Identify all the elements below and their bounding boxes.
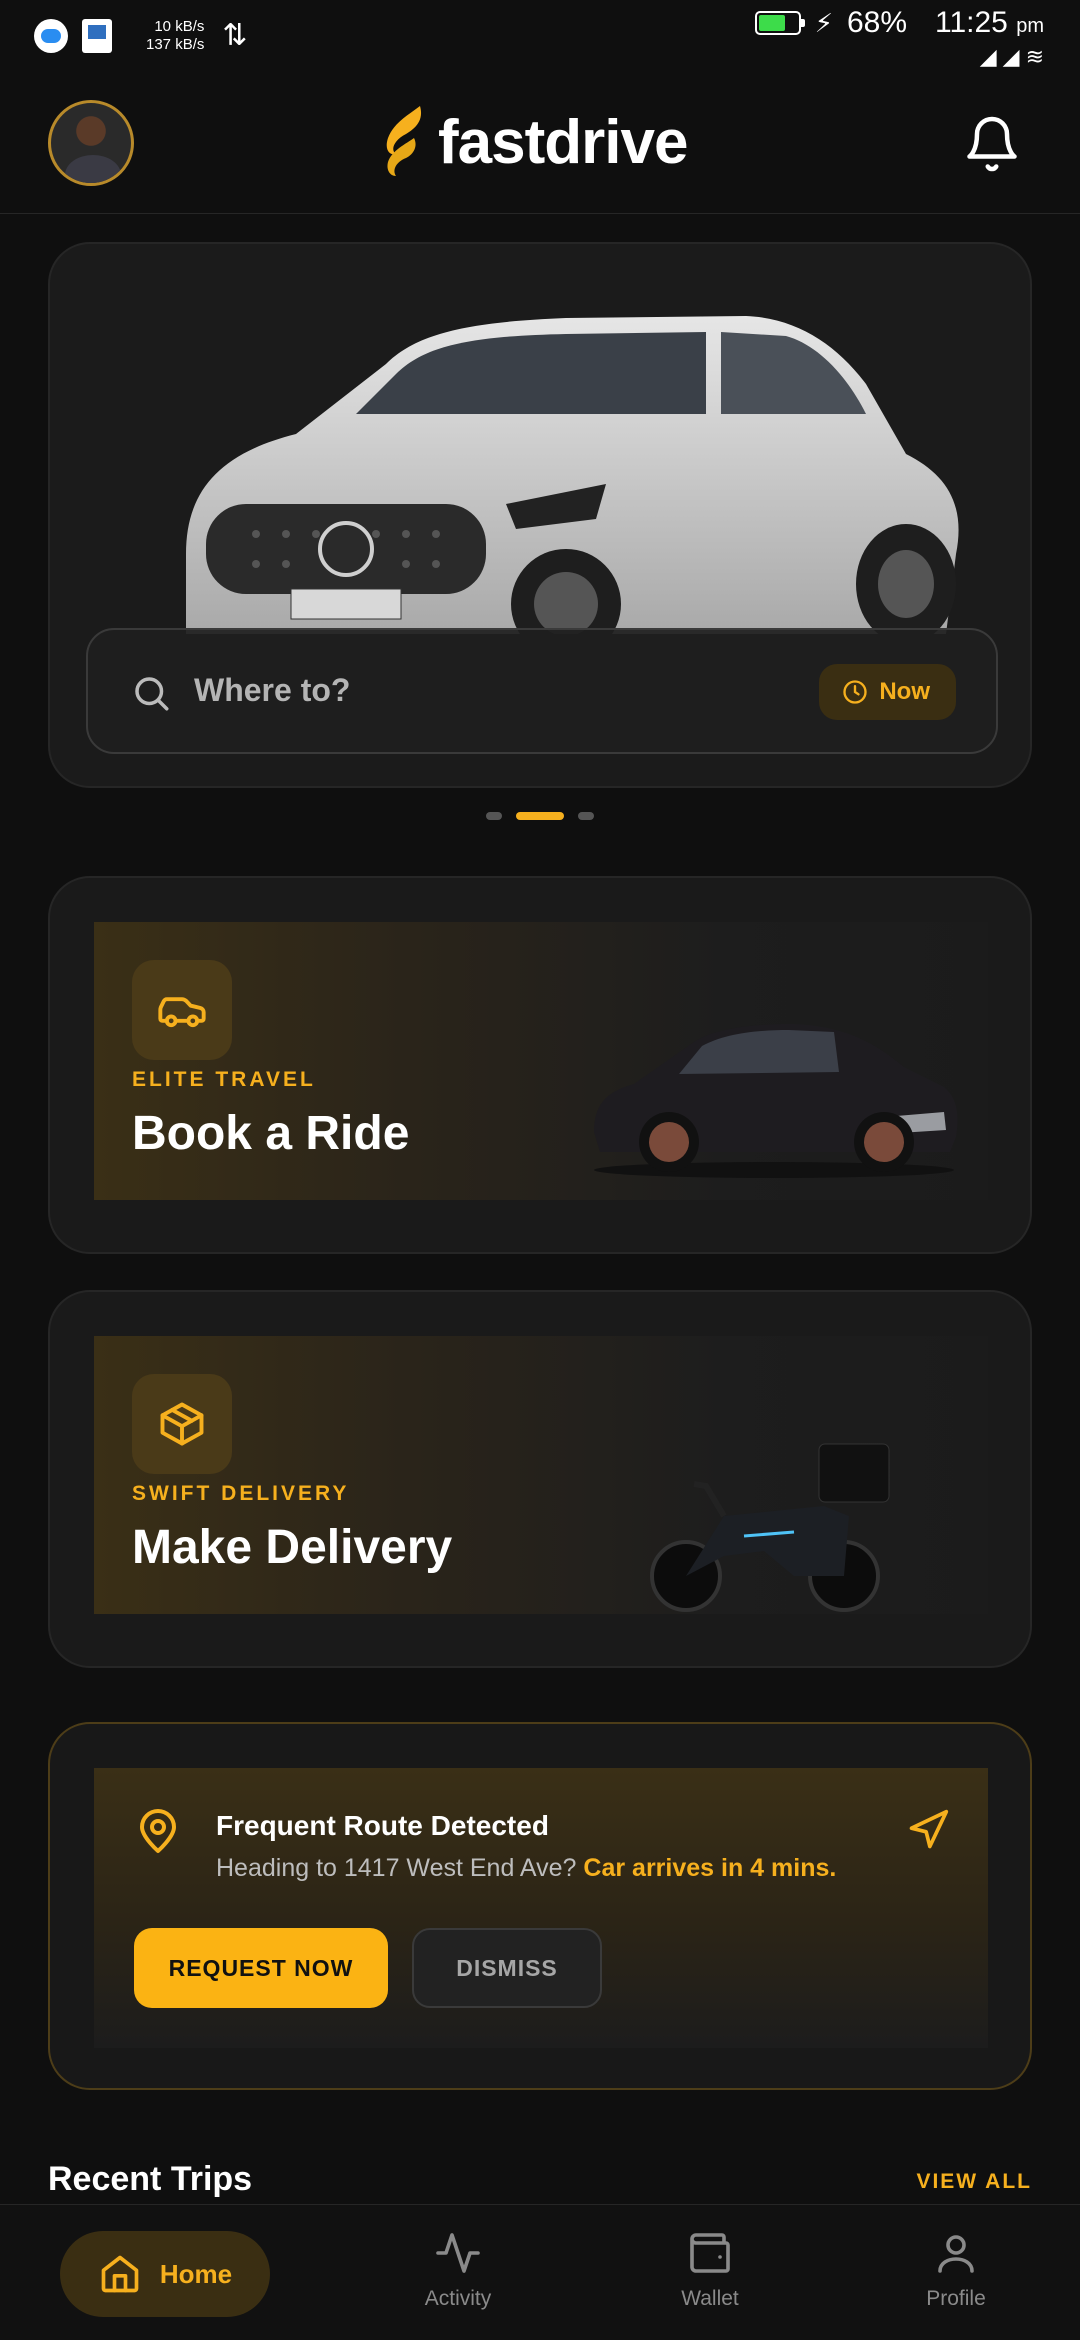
search-bar[interactable]: Where to? Now [86, 628, 998, 754]
hero-car-image [186, 316, 959, 634]
charging-plug-icon: ⚡ [814, 7, 833, 38]
service-title: Make Delivery [132, 1521, 453, 1574]
clock: 11:25 pm [935, 6, 1044, 39]
search-icon [135, 677, 169, 711]
bell-icon[interactable] [962, 114, 1022, 174]
service-title: Book a Ride [132, 1107, 410, 1160]
signal-icon: ◢ [1002, 44, 1020, 69]
route-title: Frequent Route Detected [216, 1810, 549, 1841]
package-icon-box [132, 1374, 232, 1474]
schedule-now-button[interactable]: Now [819, 664, 956, 720]
status-left: 10 kB/s 137 kB/s ⇅ [34, 18, 248, 54]
make-delivery-card[interactable]: SWIFT DELIVERY Make Delivery [48, 1290, 1032, 1668]
service-eyebrow: ELITE TRAVEL [132, 1068, 316, 1091]
data-transfer-icon: ⇅ [222, 19, 248, 52]
avatar[interactable] [48, 100, 134, 186]
car-icon [158, 997, 206, 1028]
nav-activity-label: Activity [424, 2287, 492, 2310]
map-pin-icon [140, 1809, 176, 1853]
request-now-button[interactable]: REQUEST NOW [134, 1928, 388, 2008]
carousel-dot[interactable] [516, 812, 564, 820]
carousel-indicator [0, 812, 1080, 820]
status-right: ⚡ 68% 11:25 pm ◢ ◢ ≋ [754, 6, 1044, 76]
nav-wallet-label: Wallet [681, 2287, 739, 2310]
nav-wallet[interactable]: Wallet [640, 2229, 780, 2311]
brand-logo: fastdrive [380, 104, 688, 180]
brand-name: fastdrive [438, 107, 688, 177]
wallet-icon [690, 2233, 730, 2273]
nav-profile[interactable]: Profile [886, 2229, 1026, 2311]
view-all-link[interactable]: VIEW ALL [916, 2170, 1032, 2194]
carousel-dot[interactable] [578, 812, 594, 820]
nav-home[interactable]: Home [60, 2231, 270, 2317]
nav-profile-label: Profile [926, 2287, 986, 2310]
signal-icon: ◢ [979, 44, 997, 69]
network-speed: 10 kB/s 137 kB/s [146, 18, 204, 54]
search-input[interactable]: Where to? [194, 672, 350, 709]
download-speed: 137 kB/s [146, 36, 205, 53]
route-description: Heading to 1417 West End Ave? Car arrive… [216, 1854, 837, 1882]
schedule-label: Now [879, 678, 930, 705]
flame-logo-icon [386, 106, 422, 176]
clock-icon [843, 680, 867, 704]
delivery-scooter-image [650, 1443, 890, 1612]
recent-trips-heading: Recent Trips [48, 2160, 253, 2198]
app-header: fastdrive [0, 80, 1080, 214]
carousel-dot[interactable] [486, 812, 502, 820]
navigation-arrow-icon[interactable] [906, 1808, 950, 1852]
wifi-icon: ≋ [1025, 44, 1044, 69]
battery-icon [754, 11, 805, 35]
dismiss-button[interactable]: DISMISS [412, 1928, 602, 2008]
upload-speed: 10 kB/s [154, 18, 205, 35]
app-notification-icon [82, 19, 112, 53]
status-bar: 10 kB/s 137 kB/s ⇅ ⚡ 68% 11:25 pm ◢ ◢ ≋ [0, 0, 1080, 80]
route-suggestion-card: Frequent Route Detected Heading to 1417 … [48, 1722, 1032, 2090]
signal-icons: ◢ ◢ ≋ [755, 44, 1044, 70]
nav-home-label: Home [159, 2258, 233, 2289]
package-icon [160, 1402, 204, 1446]
book-ride-card[interactable]: ELITE TRAVEL Book a Ride [48, 876, 1032, 1254]
cloud-app-icon [34, 19, 68, 53]
user-icon [938, 2235, 974, 2273]
bottom-nav: Home Activity Wallet Profile [0, 2204, 1080, 2340]
hero-card[interactable]: Where to? Now [48, 242, 1032, 788]
battery-percent: 68% [846, 6, 907, 39]
sedan-image [594, 1024, 958, 1178]
home-icon [101, 2255, 139, 2293]
car-icon-box [132, 960, 232, 1060]
activity-icon [436, 2233, 480, 2273]
eta-highlight: Car arrives in 4 mins. [583, 1854, 837, 1882]
nav-activity[interactable]: Activity [388, 2229, 528, 2311]
service-eyebrow: SWIFT DELIVERY [132, 1482, 350, 1505]
